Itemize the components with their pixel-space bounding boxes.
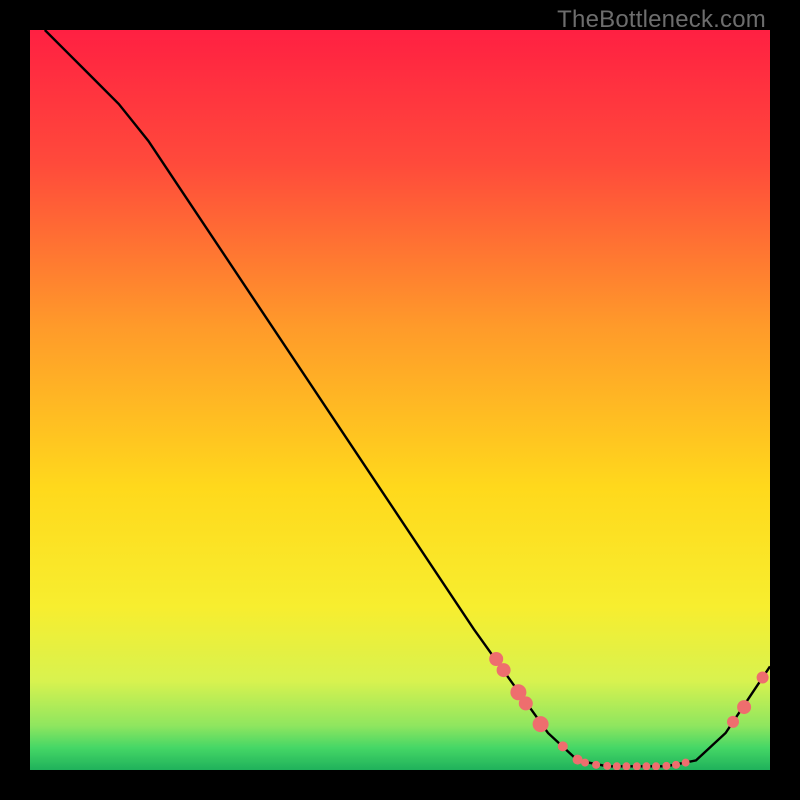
- chart-frame: [30, 30, 770, 770]
- data-marker: [533, 716, 549, 732]
- data-marker: [592, 761, 600, 769]
- data-marker: [558, 741, 568, 751]
- data-marker: [519, 696, 533, 710]
- data-marker: [652, 762, 660, 770]
- plot-background: [30, 30, 770, 770]
- data-marker: [672, 761, 680, 769]
- data-marker: [497, 663, 511, 677]
- data-marker: [642, 762, 650, 770]
- data-marker: [737, 700, 751, 714]
- data-marker: [727, 716, 739, 728]
- data-marker: [613, 762, 621, 770]
- data-marker: [633, 762, 641, 770]
- chart-svg: [30, 30, 770, 770]
- data-marker: [581, 759, 589, 767]
- data-marker: [757, 672, 769, 684]
- data-marker: [622, 762, 630, 770]
- data-marker: [662, 762, 670, 770]
- data-marker: [682, 759, 690, 767]
- data-marker: [603, 762, 611, 770]
